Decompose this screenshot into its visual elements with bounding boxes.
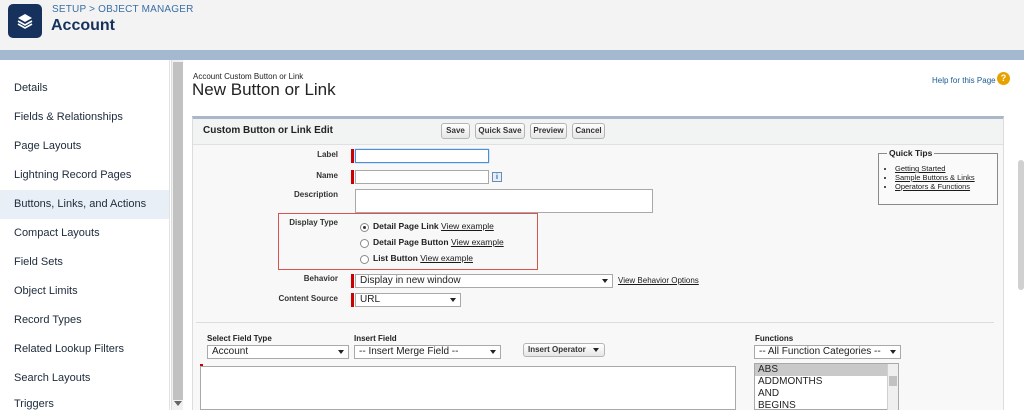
description-field-label: Description bbox=[293, 190, 338, 199]
sidebar-item-search-layouts[interactable]: Search Layouts bbox=[0, 364, 169, 393]
save-button[interactable]: Save bbox=[441, 123, 470, 139]
cancel-button[interactable]: Cancel bbox=[572, 123, 605, 139]
view-behavior-options-link[interactable]: View Behavior Options bbox=[618, 276, 699, 285]
option-label: Detail Page Button bbox=[373, 237, 449, 247]
breadcrumb[interactable]: SETUP > OBJECT MANAGER bbox=[52, 4, 194, 15]
functions-listbox[interactable]: ABS ADDMONTHS AND BEGINS bbox=[754, 363, 899, 410]
sidebar-item-details[interactable]: Details bbox=[0, 74, 169, 103]
formula-editor[interactable] bbox=[200, 366, 736, 410]
function-option[interactable]: BEGINS bbox=[755, 400, 898, 410]
option-label: List Button bbox=[373, 253, 418, 263]
section-divider bbox=[196, 322, 994, 323]
sample-buttons-links-link[interactable]: Sample Buttons & Links bbox=[895, 173, 975, 182]
preview-button[interactable]: Preview bbox=[530, 123, 567, 139]
chevron-down-icon bbox=[593, 348, 599, 352]
display-type-label: Display Type bbox=[289, 218, 338, 227]
sidebar-item-lightning-record-pages[interactable]: Lightning Record Pages bbox=[0, 161, 169, 190]
listbox-scrollbar[interactable] bbox=[887, 364, 898, 410]
quick-tips-title: Quick Tips bbox=[887, 148, 935, 158]
scrollbar-thumb[interactable] bbox=[889, 376, 897, 386]
info-icon[interactable]: i bbox=[492, 172, 502, 182]
function-categories-select[interactable]: -- All Function Categories -- bbox=[754, 345, 901, 359]
radio-list-button[interactable] bbox=[360, 255, 369, 264]
content-source-select[interactable]: URL bbox=[355, 293, 461, 307]
content-source-value: URL bbox=[360, 294, 381, 305]
radio-label: Detail Page Button View example bbox=[373, 237, 504, 247]
chevron-down-icon bbox=[490, 350, 496, 354]
function-option[interactable]: ADDMONTHS bbox=[755, 376, 898, 388]
panel-header: Custom Button or Link Edit Save Quick Sa… bbox=[193, 119, 1003, 145]
sidebar-item-page-layouts[interactable]: Page Layouts bbox=[0, 132, 169, 161]
radio-detail-page-button[interactable] bbox=[360, 239, 369, 248]
sidebar-item-field-sets[interactable]: Field Sets bbox=[0, 248, 169, 277]
behavior-value: Display in new window bbox=[360, 275, 461, 286]
description-textarea[interactable] bbox=[355, 189, 653, 213]
sidebar: Details Fields & Relationships Page Layo… bbox=[0, 60, 170, 410]
help-link[interactable]: Help for this Page bbox=[932, 76, 996, 85]
sidebar-item-record-types[interactable]: Record Types bbox=[0, 306, 169, 335]
required-indicator bbox=[351, 170, 354, 184]
chevron-down-icon bbox=[890, 350, 896, 354]
panel-title: Custom Button or Link Edit bbox=[203, 125, 333, 136]
function-categories-value: -- All Function Categories -- bbox=[759, 346, 881, 357]
scroll-down-arrow-icon[interactable] bbox=[174, 401, 182, 406]
view-example-link[interactable]: View example bbox=[441, 221, 494, 231]
name-input[interactable] bbox=[355, 170, 489, 184]
scrollbar-thumb[interactable] bbox=[173, 62, 183, 400]
chevron-down-icon bbox=[338, 350, 344, 354]
layers-icon bbox=[8, 4, 42, 38]
sidebar-item-compact-layouts[interactable]: Compact Layouts bbox=[0, 219, 169, 248]
view-example-link[interactable]: View example bbox=[420, 253, 473, 263]
help-icon[interactable]: ? bbox=[997, 72, 1010, 85]
radio-label: List Button View example bbox=[373, 253, 473, 263]
header-divider bbox=[0, 50, 1024, 60]
sidebar-item-object-limits[interactable]: Object Limits bbox=[0, 277, 169, 306]
insert-operator-button[interactable]: Insert Operator bbox=[523, 343, 605, 357]
function-option[interactable]: ABS bbox=[755, 364, 898, 376]
quick-tips-box: Quick Tips Getting Started Sample Button… bbox=[878, 148, 998, 205]
sidebar-item-fields-relationships[interactable]: Fields & Relationships bbox=[0, 103, 169, 132]
functions-label: Functions bbox=[755, 334, 794, 343]
chevron-down-icon bbox=[450, 298, 456, 302]
getting-started-link[interactable]: Getting Started bbox=[895, 164, 975, 173]
page-scrollbar[interactable] bbox=[1018, 160, 1024, 290]
object-title: Account bbox=[51, 17, 115, 34]
label-field-label: Label bbox=[317, 150, 338, 159]
sidebar-item-related-lookup-filters[interactable]: Related Lookup Filters bbox=[0, 335, 169, 364]
insert-field-select[interactable]: -- Insert Merge Field -- bbox=[354, 345, 501, 359]
insert-field-label: Insert Field bbox=[354, 334, 397, 343]
view-example-link[interactable]: View example bbox=[451, 237, 504, 247]
chevron-down-icon bbox=[602, 279, 608, 283]
sidebar-item-buttons-links-actions[interactable]: Buttons, Links, and Actions bbox=[0, 190, 169, 219]
behavior-label: Behavior bbox=[303, 274, 338, 283]
insert-operator-label: Insert Operator bbox=[528, 345, 586, 354]
select-field-type-label: Select Field Type bbox=[207, 334, 272, 343]
main-content: Account Custom Button or Link New Button… bbox=[184, 60, 1024, 410]
operators-functions-link[interactable]: Operators & Functions bbox=[895, 182, 975, 191]
option-label: Detail Page Link bbox=[373, 221, 439, 231]
behavior-select[interactable]: Display in new window bbox=[355, 274, 613, 288]
quick-tips-list: Getting Started Sample Buttons & Links O… bbox=[895, 164, 975, 191]
radio-detail-page-link[interactable] bbox=[360, 223, 369, 232]
function-option[interactable]: AND bbox=[755, 388, 898, 400]
quick-save-button[interactable]: Quick Save bbox=[475, 123, 525, 139]
content-source-label: Content Source bbox=[278, 294, 338, 303]
required-indicator bbox=[351, 293, 354, 307]
select-field-type-value: Account bbox=[212, 346, 249, 357]
sidebar-item-triggers[interactable]: Triggers bbox=[0, 390, 169, 410]
sidebar-scrollbar[interactable] bbox=[171, 60, 183, 410]
select-field-type-select[interactable]: Account bbox=[207, 345, 349, 359]
label-input[interactable] bbox=[355, 149, 489, 163]
insert-field-value: -- Insert Merge Field -- bbox=[359, 346, 459, 357]
radio-label: Detail Page Link View example bbox=[373, 221, 494, 231]
name-field-label: Name bbox=[316, 171, 338, 180]
required-indicator bbox=[351, 274, 354, 288]
required-indicator bbox=[351, 149, 354, 163]
page-title: New Button or Link bbox=[192, 80, 336, 99]
app-header: SETUP > OBJECT MANAGER Account bbox=[0, 0, 1024, 50]
